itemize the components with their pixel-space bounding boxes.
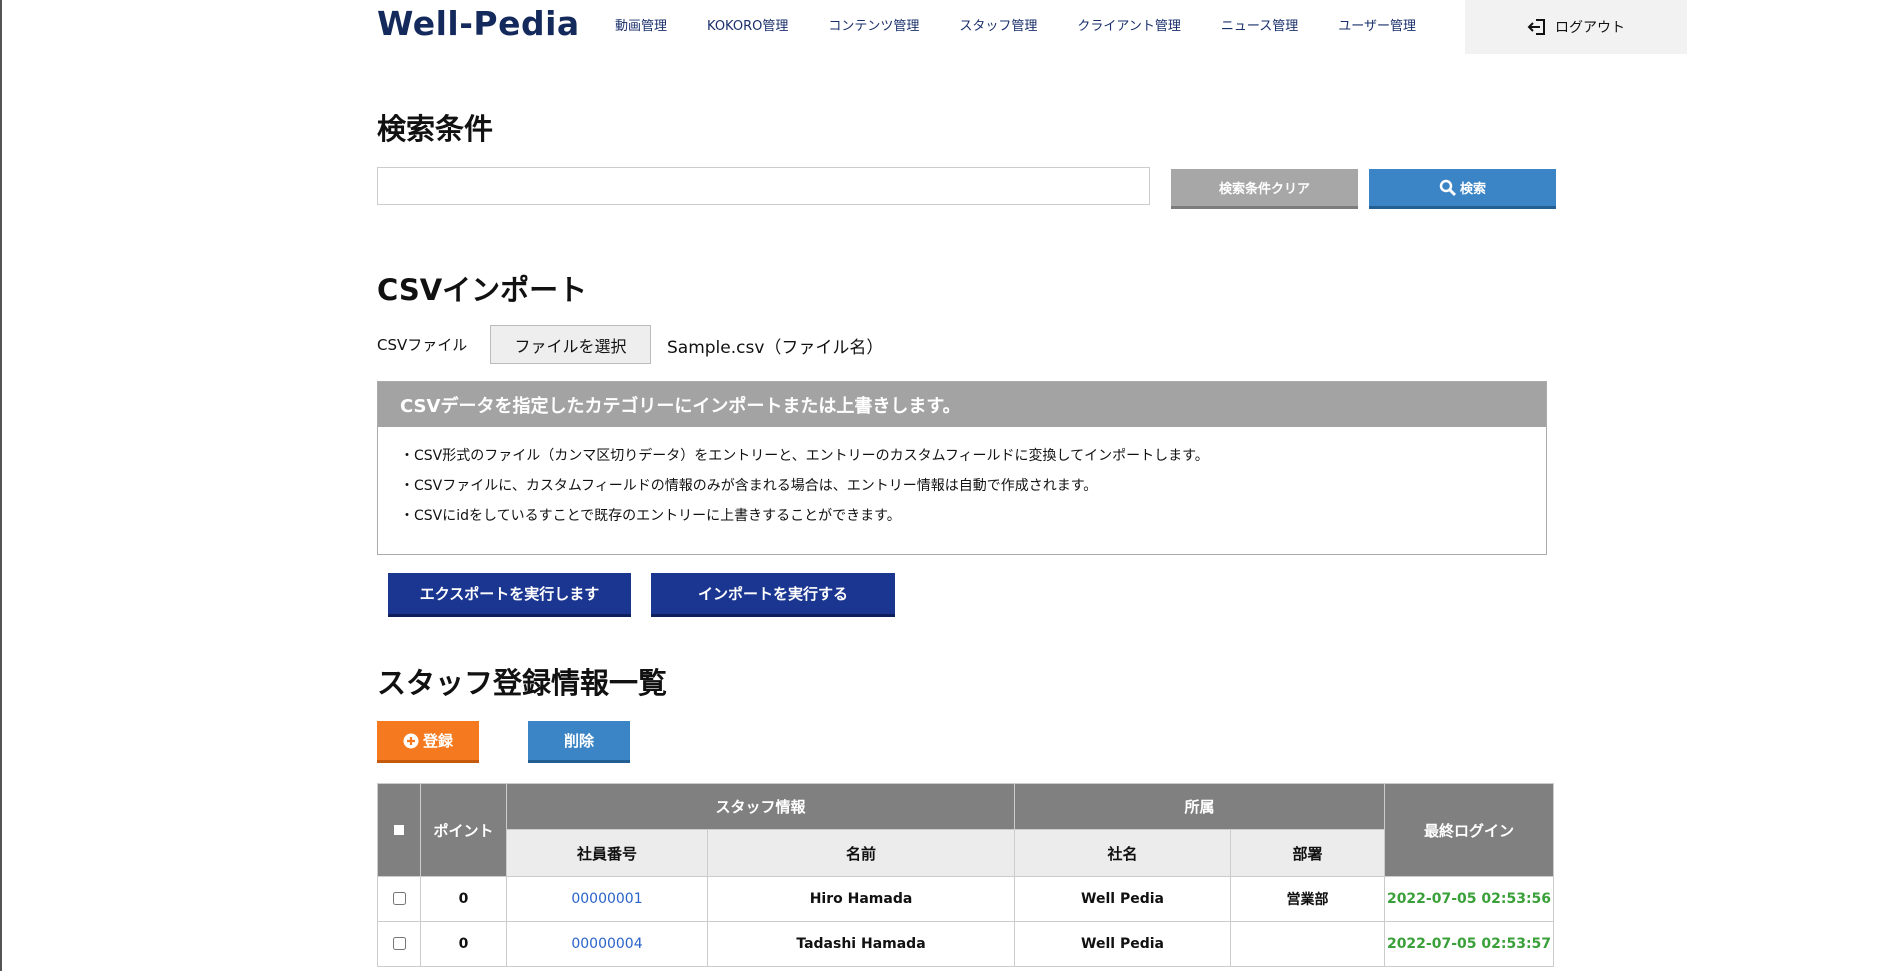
- staff-table: ポイント スタッフ情報 所属 最終ログイン 社員番号 名前 社名 部署 0 00…: [377, 783, 1554, 967]
- csv-info-title: CSVデータを指定したカテゴリーにインポートまたは上書きします。: [378, 382, 1546, 427]
- clear-search-button[interactable]: 検索条件クリア: [1171, 169, 1358, 209]
- logo[interactable]: Well-Pedia: [377, 4, 580, 43]
- header-name: 名前: [707, 829, 1015, 877]
- csv-info-line: ・CSVファイルに、カスタムフィールドの情報のみが含まれる場合は、エントリー情報…: [400, 478, 1098, 494]
- csv-info-body: ・CSV形式のファイル（カンマ区切りデータ）をエントリーと、エントリーのカスタム…: [378, 427, 1546, 531]
- search-icon: [1439, 179, 1457, 196]
- window-edge: [0, 0, 2, 971]
- csv-info-line: ・CSVにidをしているすことで既存のエントリーに上書きすることができます。: [400, 508, 901, 524]
- nav-kokoro[interactable]: KOKORO管理: [707, 15, 788, 34]
- table-row: 0 00000004 Tadashi Hamada Well Pedia 202…: [377, 921, 1554, 967]
- cell-last-login: 2022-07-05 02:53:57: [1384, 921, 1554, 967]
- header-last-login: 最終ログイン: [1384, 783, 1554, 877]
- header-staff-info: スタッフ情報: [506, 783, 1015, 830]
- header-department: 部署: [1230, 829, 1385, 877]
- header-employee-no: 社員番号: [506, 829, 708, 877]
- header-affiliation: 所属: [1014, 783, 1385, 830]
- cell-last-login: 2022-07-05 02:53:56: [1384, 876, 1554, 922]
- row-checkbox-cell: [377, 876, 421, 922]
- cell-department: 営業部: [1230, 876, 1385, 922]
- nav-news[interactable]: ニュース管理: [1221, 15, 1298, 34]
- cell-point: 0: [420, 921, 507, 967]
- search-title: 検索条件: [377, 112, 494, 146]
- cell-name: Hiro Hamada: [707, 876, 1015, 922]
- search-input[interactable]: [377, 167, 1150, 205]
- csv-info-box: CSVデータを指定したカテゴリーにインポートまたは上書きします。 ・CSV形式の…: [377, 381, 1547, 555]
- staff-list-title: スタッフ登録情報一覧: [377, 666, 668, 700]
- row-checkbox[interactable]: [393, 937, 406, 950]
- header-point: ポイント: [420, 783, 507, 877]
- choose-file-button[interactable]: ファイルを選択: [490, 325, 651, 364]
- plus-circle-icon: [403, 733, 419, 748]
- table-row: 0 00000001 Hiro Hamada Well Pedia 営業部 20…: [377, 876, 1554, 922]
- import-button[interactable]: インポートを実行する: [651, 573, 895, 617]
- nav-user[interactable]: ユーザー管理: [1338, 15, 1416, 34]
- cell-employee-no-link[interactable]: 00000001: [506, 876, 708, 922]
- file-name: Sample.csv（ファイル名）: [667, 338, 884, 358]
- nav-client[interactable]: クライアント管理: [1077, 15, 1180, 34]
- search-button[interactable]: 検索: [1369, 169, 1556, 209]
- select-all-checkbox[interactable]: [377, 783, 421, 877]
- csv-info-line: ・CSV形式のファイル（カンマ区切りデータ）をエントリーと、エントリーのカスタム…: [400, 448, 1209, 464]
- row-checkbox-cell: [377, 921, 421, 967]
- cell-company: Well Pedia: [1014, 921, 1231, 967]
- cell-department: [1230, 921, 1385, 967]
- search-button-label: 検索: [1459, 182, 1486, 197]
- header-company: 社名: [1014, 829, 1231, 877]
- logout-button[interactable]: ログアウト: [1465, 0, 1687, 54]
- logout-label: ログアウト: [1555, 20, 1625, 36]
- delete-button[interactable]: 削除: [528, 721, 630, 763]
- nav-video[interactable]: 動画管理: [615, 15, 667, 34]
- select-all-box: [394, 825, 404, 835]
- cell-company: Well Pedia: [1014, 876, 1231, 922]
- csv-title: CSVインポート: [377, 273, 588, 307]
- cell-employee-no-link[interactable]: 00000004: [506, 921, 708, 967]
- register-button-label: 登録: [422, 732, 453, 750]
- csv-file-label: CSVファイル: [377, 336, 468, 354]
- row-checkbox[interactable]: [393, 892, 406, 905]
- logout-icon: [1527, 19, 1545, 35]
- cell-name: Tadashi Hamada: [707, 921, 1015, 967]
- main-nav: 動画管理 KOKORO管理 コンテンツ管理 スタッフ管理 クライアント管理 ニュ…: [615, 15, 1456, 34]
- cell-point: 0: [420, 876, 507, 922]
- export-button[interactable]: エクスポートを実行します: [388, 573, 631, 617]
- nav-contents[interactable]: コンテンツ管理: [828, 15, 919, 34]
- nav-staff[interactable]: スタッフ管理: [959, 15, 1037, 34]
- register-button[interactable]: 登録: [377, 721, 479, 763]
